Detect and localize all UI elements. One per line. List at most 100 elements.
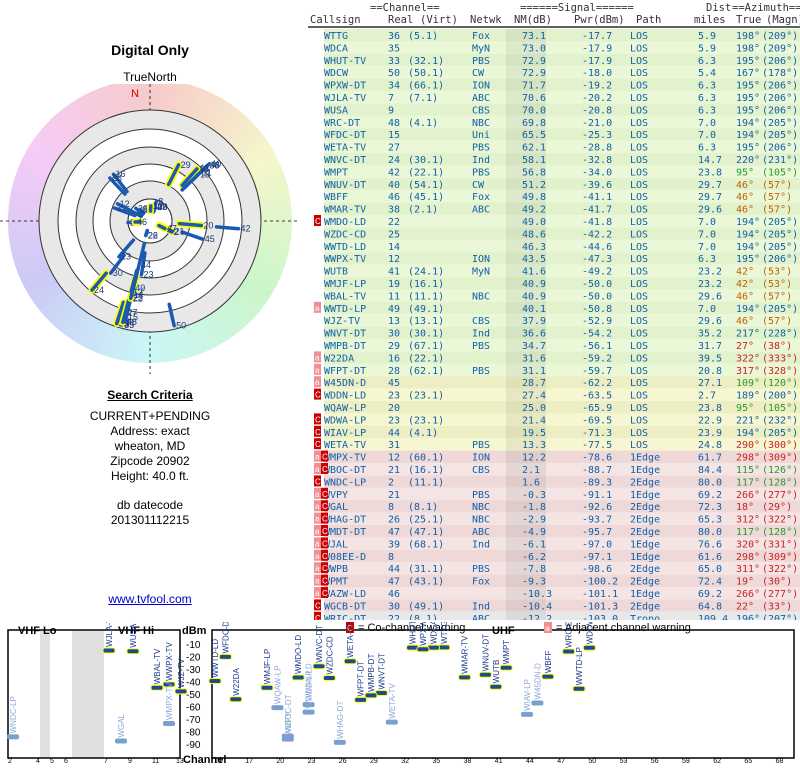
table-cell: 40	[388, 180, 400, 191]
spectrum-callsign: WBAL-TV	[153, 648, 162, 684]
adjacent-warning-icon: a	[315, 539, 320, 548]
channel-tick: 47	[557, 758, 565, 765]
table-cell: -93.7	[582, 515, 612, 526]
table-cell: 1Edge	[630, 465, 660, 476]
table-cell: 19	[388, 279, 400, 290]
spectrum-callsign: WIAV-LP	[523, 679, 532, 711]
datecode-label: db datecode	[116, 498, 184, 512]
spectrum-callsign: WRC-DT	[565, 622, 574, 648]
spoke-label: 46	[137, 217, 147, 227]
spectrum-marker	[489, 683, 503, 690]
table-cell: WMAR-TV	[324, 205, 366, 216]
table-header: Dist	[706, 2, 731, 14]
table-cell: 194°	[736, 130, 760, 141]
table-cell: -92.6	[582, 502, 612, 513]
table-cell: (43.1)	[408, 577, 444, 588]
spectrum-marker	[260, 684, 274, 691]
table-cell: 1Edge	[630, 589, 660, 600]
channel-tick: 68	[776, 758, 784, 765]
table-cell: 2	[388, 477, 394, 488]
table-cell: 6.3	[698, 56, 716, 67]
table-cell: MyN	[472, 43, 490, 54]
spectrum-marker	[499, 664, 513, 671]
table-cell: (33°)	[762, 601, 792, 612]
tvfool-link[interactable]: www.tvfool.com	[0, 592, 300, 606]
table-cell: -97.1	[582, 552, 612, 563]
table-cell: (57°)	[762, 316, 792, 327]
table-cell: 65.0	[698, 564, 722, 575]
polar-plot: 3635335034794815272442404638222514124119…	[0, 84, 300, 374]
table-cell: 46°	[736, 316, 754, 327]
table-cell: W45DN-D	[324, 378, 366, 389]
table-cell: 1Edge	[630, 453, 660, 464]
table-cell: -4.9	[522, 527, 546, 538]
table-cell: PBS	[472, 56, 490, 67]
table-cell: 27°	[736, 341, 754, 352]
table-cell: (8.1)	[408, 502, 438, 513]
table-cell: WMDT-DT	[324, 527, 366, 538]
dbm-tick: -10	[186, 640, 201, 651]
channel-tick: 11	[152, 758, 159, 765]
spectrum-callsign: W22DA	[232, 668, 241, 696]
table-header: ==Azimuth==	[732, 2, 800, 14]
table-cell: 47	[388, 527, 400, 538]
table-cell: (11.1)	[408, 291, 444, 302]
criteria-zipcode: Zipcode 20902	[110, 454, 190, 468]
table-cell: 12	[388, 254, 400, 265]
page-title: Digital Only	[111, 42, 189, 58]
table-cell: -10.3	[522, 589, 552, 600]
table-cell: LOS	[630, 105, 648, 116]
table-cell: -59.7	[582, 366, 612, 377]
table-cell: -71.3	[582, 428, 612, 439]
table-cell: -10.4	[522, 601, 552, 612]
table-cell: 61.7	[698, 453, 722, 464]
channel-tick: 4	[36, 758, 40, 765]
table-cell: (205°)	[762, 217, 798, 228]
criteria-address: Address: exact	[110, 424, 190, 438]
table-cell: (300°)	[762, 440, 798, 451]
table-cell: 70.0	[522, 105, 546, 116]
table-cell: MyN	[472, 267, 490, 278]
table-cell: -2.9	[522, 515, 546, 526]
table-cell: WAZW-LD	[324, 589, 366, 600]
table-cell: -56.1	[582, 341, 612, 352]
adjacent-warning-icon: a	[315, 515, 320, 524]
co-channel-warning-icon: C	[322, 490, 328, 499]
spectrum-callsign: WDCA	[429, 622, 438, 644]
table-cell: -28.8	[582, 143, 612, 154]
table-cell: 46	[388, 589, 400, 600]
table-header: True	[736, 14, 761, 26]
spectrum-marker	[229, 696, 243, 703]
table-cell: 34	[388, 81, 400, 92]
table-cell: 22	[388, 614, 400, 620]
co-channel-warning-icon: C	[315, 601, 321, 610]
table-cell: CBS	[472, 316, 490, 327]
table-cell: (206°)	[762, 56, 798, 67]
table-cell: Tropo	[630, 614, 660, 620]
table-cell: 23	[388, 415, 400, 426]
table-cell: (277°)	[762, 490, 798, 501]
table-cell: (205°)	[762, 118, 798, 129]
table-cell: 37.9	[522, 316, 546, 327]
table-cell: -32.8	[582, 155, 612, 166]
adjacent-warning-icon: a	[315, 453, 320, 462]
table-cell: -34.0	[582, 167, 612, 178]
table-cell: LOS	[630, 180, 648, 191]
table-cell: 28	[388, 366, 400, 377]
table-cell: 194°	[736, 304, 760, 315]
table-header: ==Channel==	[370, 2, 440, 14]
table-cell: LOS	[630, 341, 648, 352]
table-cell: 73.1	[522, 31, 546, 42]
table-cell: LOS	[630, 254, 648, 265]
table-cell: 80.0	[698, 477, 722, 488]
spectrum-callsign: WUTB	[492, 660, 501, 684]
table-cell: LOS	[630, 378, 648, 389]
table-cell: -19.2	[582, 81, 612, 92]
table-cell: -20.8	[582, 105, 612, 116]
table-cell: 44	[388, 564, 400, 575]
table-cell: (206°)	[762, 105, 798, 116]
spectrum-callsign: WNVC-DT	[315, 625, 324, 663]
table-cell: 19°	[736, 577, 754, 588]
table-cell: LOS	[630, 81, 648, 92]
spectrum-callsign: WMPT	[502, 640, 511, 665]
